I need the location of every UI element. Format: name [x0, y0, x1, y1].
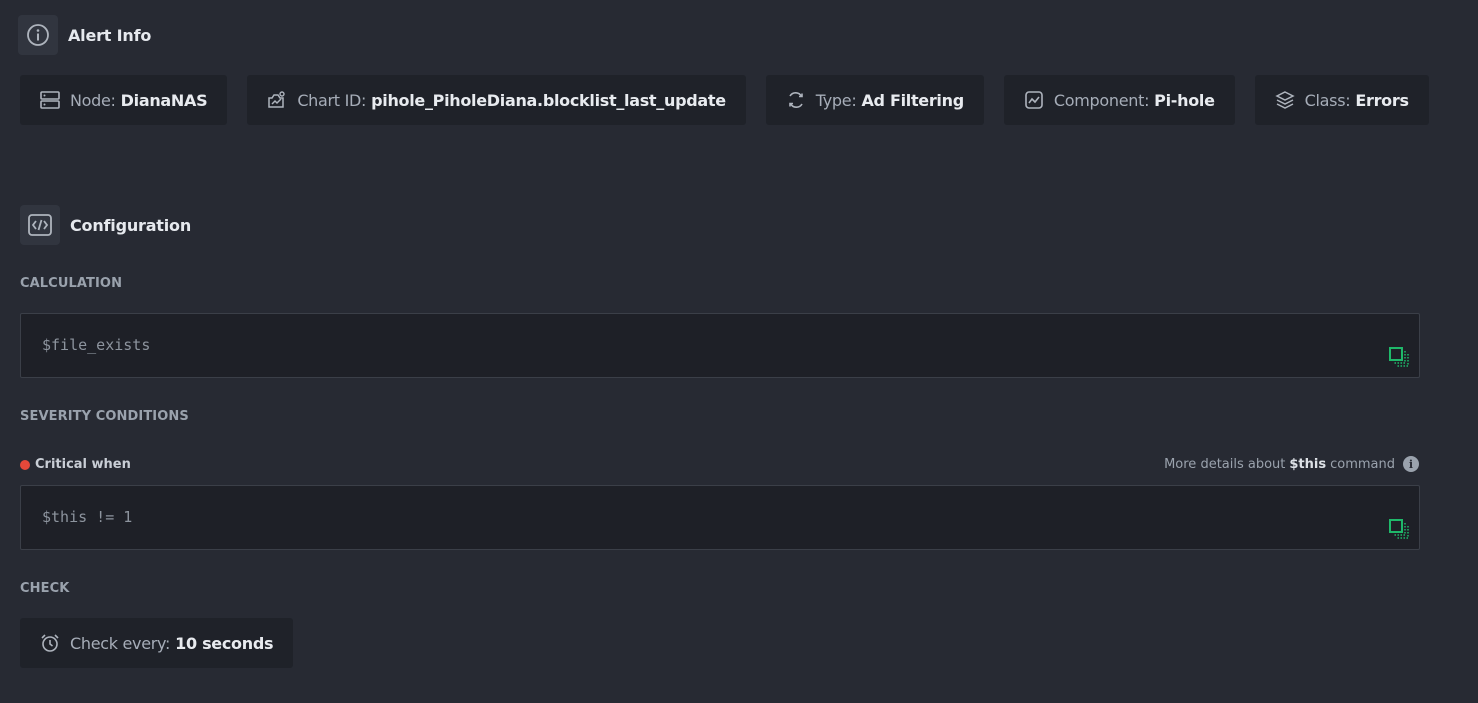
critical-when-label: Critical when	[35, 457, 131, 472]
alert-info-title: Alert Info	[68, 25, 152, 45]
calculation-label: CALCULATION	[20, 276, 123, 291]
server-icon	[40, 90, 60, 110]
calculation-code-box: $file_exists	[20, 313, 1420, 378]
critical-when: Critical when	[20, 457, 131, 472]
info-icon[interactable]: i	[1403, 456, 1419, 472]
more-details-suffix: command	[1330, 456, 1395, 472]
chart-id-chip: Chart ID: pihole_PiholeDiana.blocklist_l…	[247, 75, 746, 125]
check-every-label: Check every:	[70, 633, 171, 653]
code-icon	[20, 205, 60, 245]
node-chip: Node: DianaNAS	[20, 75, 228, 125]
critical-status-dot	[20, 459, 30, 470]
class-chip: Class: Errors	[1254, 75, 1429, 125]
class-label: Class:	[1304, 90, 1351, 110]
refresh-icon	[786, 90, 806, 110]
more-details: More details about $this command i	[1164, 456, 1419, 472]
critical-code-box: $this != 1	[20, 485, 1420, 550]
critical-code: $this != 1	[42, 508, 133, 526]
configuration-header: Configuration	[20, 205, 191, 245]
alert-info-chips: Node: DianaNAS Chart ID: pihole_PiholeDi…	[20, 75, 1449, 125]
severity-conditions-label: SEVERITY CONDITIONS	[20, 409, 189, 424]
component-chip: Component: Pi-hole	[1003, 75, 1235, 125]
layers-icon	[1274, 90, 1295, 110]
copy-calculation-button[interactable]	[1389, 347, 1409, 367]
info-icon	[18, 15, 58, 55]
type-value: Ad Filtering	[861, 90, 964, 110]
copy-icon	[1389, 519, 1409, 539]
configuration-title: Configuration	[70, 215, 192, 235]
node-value: DianaNAS	[120, 90, 208, 110]
check-every-chip: Check every: 10 seconds	[20, 618, 294, 668]
alert-info-header: Alert Info	[18, 15, 151, 55]
class-value: Errors	[1355, 90, 1409, 110]
type-chip: Type: Ad Filtering	[765, 75, 984, 125]
copy-critical-button[interactable]	[1389, 519, 1409, 539]
check-every-value: 10 seconds	[175, 633, 274, 653]
type-label: Type:	[815, 90, 857, 110]
chart-id-label: Chart ID:	[297, 90, 367, 110]
component-icon	[1024, 90, 1044, 110]
more-details-keyword: $this	[1289, 456, 1327, 472]
copy-icon	[1389, 347, 1409, 367]
check-label: CHECK	[20, 581, 70, 596]
calculation-code: $file_exists	[42, 336, 151, 354]
component-label: Component:	[1053, 90, 1150, 110]
alarm-clock-icon	[40, 633, 60, 653]
node-label: Node:	[70, 90, 116, 110]
chart-id-icon	[267, 90, 287, 110]
component-value: Pi-hole	[1154, 90, 1215, 110]
chart-id-value: pihole_PiholeDiana.blocklist_last_update	[371, 90, 726, 110]
more-details-prefix: More details about	[1164, 456, 1286, 472]
